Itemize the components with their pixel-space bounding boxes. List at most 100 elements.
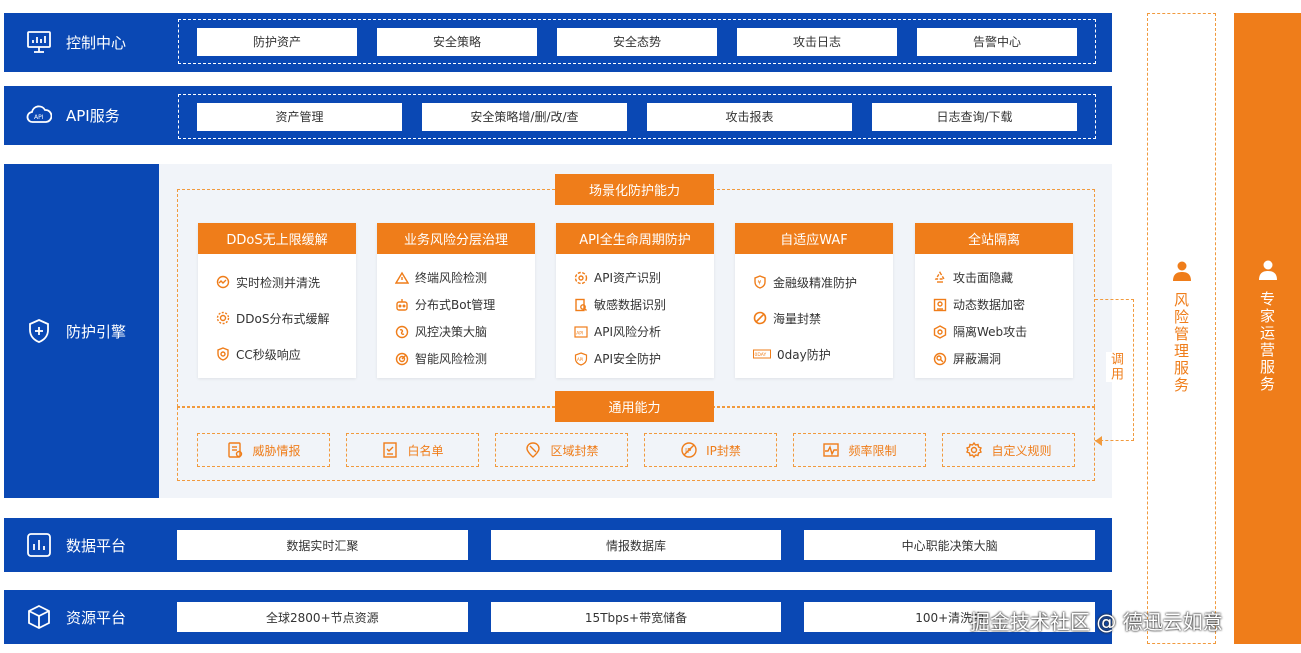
api-asset-icon [574, 271, 588, 284]
card-item: 0DAY 0day防护 [753, 347, 831, 362]
card-title: DDoS无上限缓解 [198, 223, 356, 254]
api-service-item[interactable]: 日志查询/下载 [872, 102, 1077, 131]
monitor-icon [27, 31, 51, 53]
svg-text:¥: ¥ [758, 280, 762, 287]
card-title: API全生命周期防护 [556, 223, 714, 254]
rate-limit-icon [823, 443, 840, 457]
resource-platform-band: 资源平台 全球2800+节点资源 15Tbps+带宽储备 100+清洗中 [4, 590, 1112, 644]
rate-limit-box[interactable]: 频率限制 [793, 433, 926, 467]
data-platform-items: 数据实时汇聚 情报数据库 中心职能决策大脑 [177, 530, 1096, 560]
svg-text:API: API [576, 330, 583, 336]
card-item: 风控决策大脑 [395, 318, 535, 345]
resource-platform-title: 资源平台 [66, 608, 127, 627]
terminal-warning-icon [395, 271, 409, 284]
control-center-band: 控制中心 防护资产 安全策略 安全态势 攻击日志 告警中心 [4, 13, 1112, 72]
call-arrow-icon [1095, 436, 1102, 446]
finance-shield-icon: ¥ [754, 275, 766, 289]
expert-operation-title: 专家运营服务 [1258, 291, 1276, 393]
bar-chart-icon [27, 533, 51, 557]
card-item: 终端风险检测 [395, 264, 535, 291]
card-item: 海量封禁 [753, 300, 893, 336]
api-service-item[interactable]: 攻击报表 [647, 102, 852, 131]
realtime-detect-icon [216, 275, 230, 289]
custom-rule-box[interactable]: 自定义规则 [942, 433, 1075, 467]
card-title: 自适应WAF [735, 223, 893, 254]
api-analysis-icon: API [574, 325, 588, 338]
svg-text:API: API [34, 114, 44, 121]
region-block-icon [526, 442, 541, 458]
whitelist-icon [383, 442, 398, 458]
risk-management-title: 风险管理服务 [1172, 292, 1190, 394]
general-title: 通用能力 [555, 391, 714, 422]
ddos-card: DDoS无上限缓解 实时检测并清洗 DDoS分布式缓解 CC秒级响应 [198, 223, 356, 378]
resource-platform-items: 全球2800+节点资源 15Tbps+带宽储备 100+清洗中 [177, 602, 1096, 632]
protection-engine-band: 防护引擎 [4, 164, 159, 498]
api-service-title: API服务 [66, 106, 120, 125]
cc-shield-icon [217, 347, 229, 361]
zero-day-icon: 0DAY [753, 349, 771, 359]
control-center-item[interactable]: 防护资产 [197, 27, 357, 56]
settings-gear-icon [966, 441, 983, 459]
region-block-box[interactable]: 区域封禁 [495, 433, 628, 467]
cloud-api-icon: API [26, 105, 52, 123]
svg-text:API: API [577, 357, 583, 362]
control-center-item[interactable]: 安全策略 [377, 27, 537, 56]
person-icon [1258, 260, 1277, 280]
protection-engine-label: 防护引擎 [26, 318, 126, 344]
card-item: API资产识别 [574, 264, 714, 291]
site-isolation-card: 全站隔离 攻击面隐藏 动态数据加密 隔离Web攻击 屏蔽漏洞 [915, 223, 1073, 378]
card-item: API API安全防护 [574, 345, 714, 372]
api-service-item[interactable]: 安全策略增/删/改/查 [422, 102, 627, 131]
brain-icon [395, 325, 409, 338]
card-item: 攻击面隐藏 [933, 264, 1073, 291]
control-center-item[interactable]: 告警中心 [917, 27, 1077, 56]
gear-icon [216, 311, 230, 325]
watermark: 掘金技术社区 @ 德迅云如意 [970, 610, 1223, 634]
svg-text:0DAY: 0DAY [755, 352, 767, 358]
resource-platform-label: 资源平台 [26, 604, 126, 630]
card-item: 分布式Bot管理 [395, 291, 535, 318]
ip-block-icon: IP [681, 442, 697, 458]
data-platform-item[interactable]: 中心职能决策大脑 [804, 530, 1096, 560]
whitelist-box[interactable]: 白名单 [346, 433, 479, 467]
card-item: DDoS分布式缓解 [216, 300, 356, 336]
isolate-shield-icon [933, 324, 947, 339]
threat-intel-box[interactable]: 威胁情报 [197, 433, 330, 467]
card-item: 实时检测并清洗 [216, 264, 356, 300]
card-title: 业务风险分层治理 [377, 223, 535, 254]
card-item: API API风险分析 [574, 318, 714, 345]
card-item: CC秒级响应 [216, 336, 356, 372]
card-item: 动态数据加密 [933, 291, 1073, 318]
card-item: 敏感数据识别 [574, 291, 714, 318]
resource-platform-item[interactable]: 15Tbps+带宽储备 [490, 602, 782, 632]
card-title: 全站隔离 [915, 223, 1073, 254]
data-platform-band: 数据平台 数据实时汇聚 情报数据库 中心职能决策大脑 [4, 518, 1112, 572]
waf-card: 自适应WAF ¥ 金融级精准防护 海量封禁 0DAY 0day防护 [735, 223, 893, 378]
resource-platform-item[interactable]: 全球2800+节点资源 [177, 602, 468, 632]
shield-plus-icon [29, 319, 49, 343]
card-item: ¥ 金融级精准防护 [753, 264, 893, 300]
vulnerability-icon [933, 352, 947, 365]
encrypt-icon [933, 298, 947, 311]
data-platform-item[interactable]: 数据实时汇聚 [177, 530, 468, 560]
scenario-title: 场景化防护能力 [555, 174, 714, 205]
risk-management-column: 风险管理服务 [1147, 13, 1216, 644]
data-platform-label: 数据平台 [26, 532, 126, 558]
risk-governance-card: 业务风险分层治理 终端风险检测 分布式Bot管理 风控决策大脑 智能风险检测 [377, 223, 535, 378]
api-service-label: API API服务 [26, 102, 120, 128]
api-shield-icon: API [574, 351, 588, 366]
recycle-icon [934, 270, 946, 283]
sensitive-data-icon [575, 298, 587, 311]
person-icon [1172, 261, 1191, 281]
expert-operation-column: 专家运营服务 [1234, 13, 1301, 644]
bot-icon [396, 298, 408, 311]
data-platform-item[interactable]: 情报数据库 [490, 530, 782, 560]
ip-block-box[interactable]: IP IP封禁 [644, 433, 777, 467]
api-service-band: API API服务 资产管理 安全策略增/删/改/查 攻击报表 日志查询/下载 [4, 86, 1112, 145]
control-center-items: 防护资产 安全策略 安全态势 攻击日志 告警中心 [178, 19, 1096, 64]
api-service-item[interactable]: 资产管理 [197, 102, 402, 131]
card-item: 智能风险检测 [395, 345, 535, 372]
control-center-item[interactable]: 攻击日志 [737, 27, 897, 56]
control-center-item[interactable]: 安全态势 [557, 27, 717, 56]
protection-engine-title: 防护引擎 [66, 322, 127, 341]
